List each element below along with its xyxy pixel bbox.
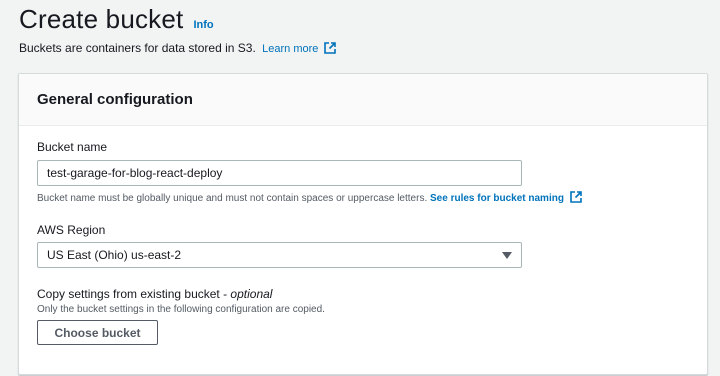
page-header: Create bucket Info Buckets are container… xyxy=(19,4,337,55)
info-link[interactable]: Info xyxy=(193,19,213,31)
bucket-name-input[interactable] xyxy=(37,160,522,186)
external-link-icon xyxy=(324,42,337,54)
bucket-naming-rules-link[interactable]: See rules for bucket naming xyxy=(430,191,582,204)
aws-region-label: AWS Region xyxy=(37,223,106,237)
general-configuration-panel: General configuration Bucket name Bucket… xyxy=(18,73,708,375)
title-row: Create bucket Info xyxy=(19,4,336,35)
bucket-name-hint-text: Bucket name must be globally unique and … xyxy=(37,193,428,204)
bucket-naming-rules-label: See rules for bucket naming xyxy=(430,193,564,204)
caret-down-icon xyxy=(502,251,512,259)
choose-bucket-button[interactable]: Choose bucket xyxy=(37,320,158,345)
subtitle-text: Buckets are containers for data stored i… xyxy=(19,41,256,55)
panel-header: General configuration xyxy=(19,74,707,126)
page-subtitle: Buckets are containers for data stored i… xyxy=(19,41,337,55)
copy-settings-label-text: Copy settings from existing bucket - xyxy=(37,287,228,301)
page-title: Create bucket xyxy=(19,4,184,34)
bucket-name-hint: Bucket name must be globally unique and … xyxy=(37,191,582,204)
bucket-name-label: Bucket name xyxy=(37,140,108,154)
panel-title: General configuration xyxy=(37,91,193,108)
aws-region-select[interactable]: US East (Ohio) us-east-2 xyxy=(37,242,522,268)
copy-settings-description: Only the bucket settings in the followin… xyxy=(37,304,325,315)
external-link-icon xyxy=(569,191,582,203)
learn-more-link[interactable]: Learn more xyxy=(262,42,337,55)
aws-region-value: US East (Ohio) us-east-2 xyxy=(47,248,182,262)
optional-tag: optional xyxy=(230,287,273,301)
copy-settings-label: Copy settings from existing bucket - opt… xyxy=(37,287,272,301)
learn-more-label: Learn more xyxy=(262,43,319,55)
